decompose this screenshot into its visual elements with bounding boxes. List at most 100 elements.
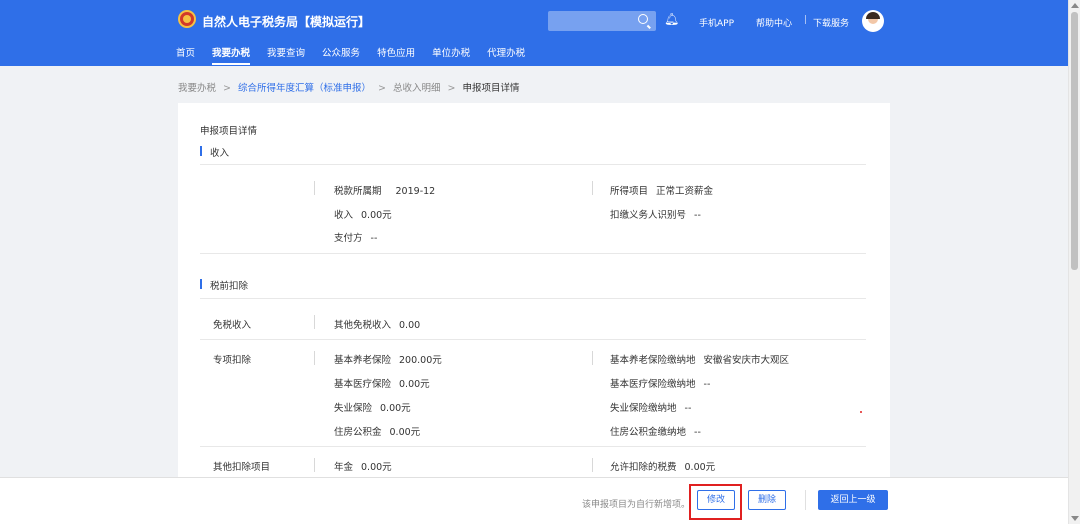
detail-card: 申报项目详情 收入 税款所属期 2019-12 所得项目 正常工资薪金 收入 0.00…: [178, 103, 890, 478]
breadcrumb-annual-settlement[interactable]: 综合所得年度汇算（标准申报）: [238, 83, 371, 94]
avatar[interactable]: [862, 10, 884, 32]
payer-label: 支付方: [334, 233, 363, 244]
stray-mark: [860, 411, 862, 413]
scrollbar[interactable]: [1068, 0, 1080, 524]
nav-unit-tax[interactable]: 单位办税: [432, 45, 470, 64]
annuity-field: 年金 0.00元: [334, 459, 392, 473]
pension-place-field: 基本养老保险缴纳地 安徽省安庆市大观区: [610, 352, 789, 366]
column-divider: [314, 458, 315, 472]
nav-public-service[interactable]: 公众服务: [322, 45, 360, 64]
medical-place-field: 基本医疗保险缴纳地 --: [610, 376, 710, 390]
pension-place-label: 基本养老保险缴纳地: [610, 355, 696, 366]
withholder-id-label: 扣缴义务人识别号: [610, 210, 687, 221]
medical-label: 基本医疗保险: [334, 379, 392, 390]
special-deduction-label: 专项扣除: [213, 355, 252, 366]
other-exempt-label: 其他免税收入: [334, 320, 392, 331]
pension-value: 200.00元: [399, 355, 442, 366]
scroll-down-icon[interactable]: [1071, 516, 1079, 521]
pension-label: 基本养老保险: [334, 355, 392, 366]
action-bar: 该申报项目为自行新增项。 修改 删除 返回上一级: [0, 477, 1068, 524]
divider: [200, 339, 866, 340]
divider: [200, 298, 866, 299]
nav-agent-tax[interactable]: 代理办税: [487, 45, 525, 64]
breadcrumb-tax-handling[interactable]: 我要办税: [178, 83, 216, 94]
modify-highlight-box: [689, 484, 742, 520]
mobile-app-link[interactable]: 手机APP: [699, 16, 734, 29]
pension-field: 基本养老保险 200.00元: [334, 352, 442, 366]
bell-icon[interactable]: 🔔︎: [664, 12, 679, 26]
unemployment-place-value: --: [684, 403, 692, 414]
link-separator: |: [804, 15, 808, 25]
help-center-link[interactable]: 帮助中心: [756, 16, 792, 29]
income-amount-label: 收入: [334, 210, 354, 221]
medical-place-label: 基本医疗保险缴纳地: [610, 379, 696, 390]
breadcrumb: 我要办税 > 综合所得年度汇算（标准申报） > 总收入明细 > 申报项目详情: [178, 80, 519, 94]
delete-button[interactable]: 删除: [748, 490, 786, 510]
housing-fund-place-value: --: [694, 427, 701, 438]
income-amount-field: 收入 0.00元: [334, 207, 392, 221]
period-value: 2019-12: [395, 186, 436, 197]
column-divider: [592, 351, 593, 365]
divider: [200, 253, 866, 254]
pension-place-value: 安徽省安庆市大观区: [703, 355, 790, 366]
income-amount-value: 0.00元: [361, 210, 392, 221]
other-exempt-field: 其他免税收入 0.00: [334, 317, 420, 331]
nav-tax-handling[interactable]: 我要办税: [212, 45, 251, 65]
income-item-field: 所得项目 正常工资薪金: [610, 183, 713, 197]
payer-field: 支付方 --: [334, 230, 377, 244]
nav-featured-apps[interactable]: 特色应用: [377, 45, 415, 64]
medical-value: 0.00元: [399, 379, 430, 390]
nav-query[interactable]: 我要查询: [267, 45, 305, 64]
housing-fund-place-field: 住房公积金缴纳地 --: [610, 424, 701, 438]
breadcrumb-sep: >: [378, 83, 386, 94]
breadcrumb-income-detail[interactable]: 总收入明细: [393, 83, 441, 94]
unemployment-field: 失业保险 0.00元: [334, 400, 411, 414]
housing-fund-field: 住房公积金 0.00元: [334, 424, 420, 438]
footer-separator: [805, 490, 806, 510]
scroll-up-icon[interactable]: [1071, 3, 1079, 8]
breadcrumb-current: 申报项目详情: [462, 83, 520, 94]
divider: [200, 164, 866, 165]
deductible-tax-field: 允许扣除的税费 0.00元: [610, 459, 715, 473]
period-field: 税款所属期 2019-12: [334, 183, 435, 197]
column-divider: [314, 351, 315, 365]
income-item-label: 所得项目: [610, 186, 649, 197]
download-service-link[interactable]: 下载服务: [813, 16, 849, 29]
breadcrumb-sep: >: [447, 83, 456, 94]
exempt-income-label: 免税收入: [213, 320, 252, 331]
main-nav: 首页 我要办税 我要查询 公众服务 特色应用 单位办税 代理办税: [176, 45, 542, 65]
back-button[interactable]: 返回上一级: [818, 490, 888, 510]
breadcrumb-sep: >: [223, 83, 231, 94]
footer-note: 该申报项目为自行新增项。: [582, 500, 691, 510]
top-header: 自然人电子税务局【模拟运行】 🔔︎ 手机APP 帮助中心 | 下载服务 首页 我…: [0, 0, 1068, 66]
other-exempt-value: 0.00: [399, 320, 421, 331]
housing-fund-value: 0.00元: [389, 427, 421, 438]
app-title[interactable]: 自然人电子税务局【模拟运行】: [202, 13, 370, 30]
income-item-value: 正常工资薪金: [656, 186, 714, 197]
housing-fund-label: 住房公积金: [334, 427, 382, 438]
payer-value: --: [370, 233, 378, 244]
deductible-tax-label: 允许扣除的税费: [610, 462, 677, 473]
emblem-icon: [178, 10, 196, 28]
deductible-tax-value: 0.00元: [684, 462, 716, 473]
nav-home[interactable]: 首页: [176, 45, 195, 64]
column-divider: [592, 181, 593, 195]
other-deduction-label: 其他扣除项目: [213, 462, 271, 473]
card-title: 申报项目详情: [200, 126, 258, 137]
unemployment-place-field: 失业保险缴纳地 --: [610, 400, 691, 414]
divider: [200, 446, 866, 447]
unemployment-label: 失业保险: [334, 403, 373, 414]
annuity-value: 0.00元: [361, 462, 392, 473]
housing-fund-place-label: 住房公积金缴纳地: [610, 427, 687, 438]
scroll-thumb[interactable]: [1071, 12, 1078, 270]
search-icon[interactable]: [638, 14, 648, 24]
medical-place-value: --: [703, 379, 711, 390]
unemployment-place-label: 失业保险缴纳地: [610, 403, 677, 414]
column-divider: [314, 315, 315, 329]
column-divider: [592, 458, 593, 472]
column-divider: [314, 181, 315, 195]
section-deduction-heading: 税前扣除: [200, 278, 248, 292]
unemployment-value: 0.00元: [380, 403, 411, 414]
withholder-id-field: 扣缴义务人识别号 --: [610, 207, 701, 221]
period-label: 税款所属期: [334, 186, 382, 197]
